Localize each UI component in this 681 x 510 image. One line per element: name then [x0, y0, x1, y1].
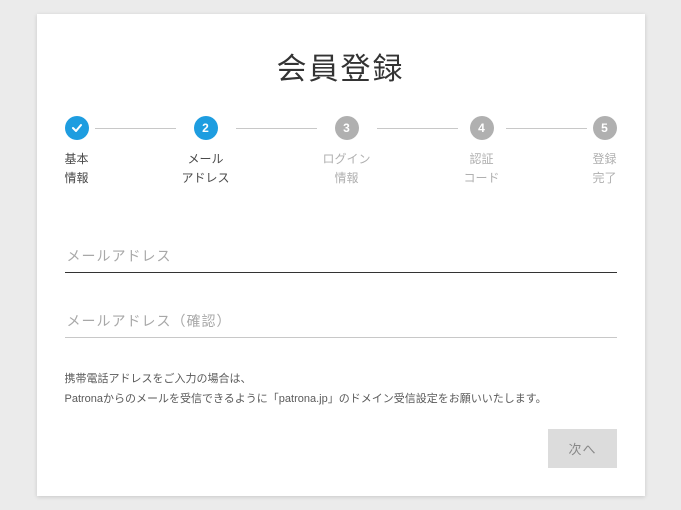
step-number: 4 [470, 116, 494, 140]
domain-note: 携帯電話アドレスをご入力の場合は、 Patronaからのメールを受信できるように… [65, 370, 617, 410]
step-connector [95, 128, 176, 129]
step-label: 認証 コード [464, 150, 500, 188]
step-mail-address: 2 メール アドレス [182, 116, 230, 188]
step-login-info: 3 ログイン 情報 [323, 116, 371, 188]
step-auth-code: 4 認証 コード [464, 116, 500, 188]
step-number: 5 [593, 116, 617, 140]
step-label: 基本 情報 [65, 150, 89, 188]
next-button[interactable]: 次へ [548, 429, 616, 468]
step-connector [236, 128, 317, 129]
step-connector [506, 128, 587, 129]
registration-card: 会員登録 基本 情報 2 メール アドレス 3 ログイン 情報 [37, 14, 645, 497]
step-complete: 5 登録 完了 [593, 116, 617, 188]
email-input[interactable] [65, 240, 617, 273]
step-label: 登録 完了 [593, 150, 617, 188]
step-label: メール アドレス [182, 150, 230, 188]
step-label: ログイン 情報 [323, 150, 371, 188]
email-confirm-field-wrapper [65, 305, 617, 338]
step-basic-info: 基本 情報 [65, 116, 89, 188]
actions-row: 次へ [65, 429, 617, 468]
step-connector [377, 128, 458, 129]
email-confirm-input[interactable] [65, 305, 617, 338]
page-title: 会員登録 [65, 44, 617, 88]
step-number: 2 [194, 116, 218, 140]
check-icon [65, 116, 89, 140]
email-field-wrapper [65, 240, 617, 273]
progress-stepper: 基本 情報 2 メール アドレス 3 ログイン 情報 4 認証 コード [65, 116, 617, 188]
step-number: 3 [335, 116, 359, 140]
